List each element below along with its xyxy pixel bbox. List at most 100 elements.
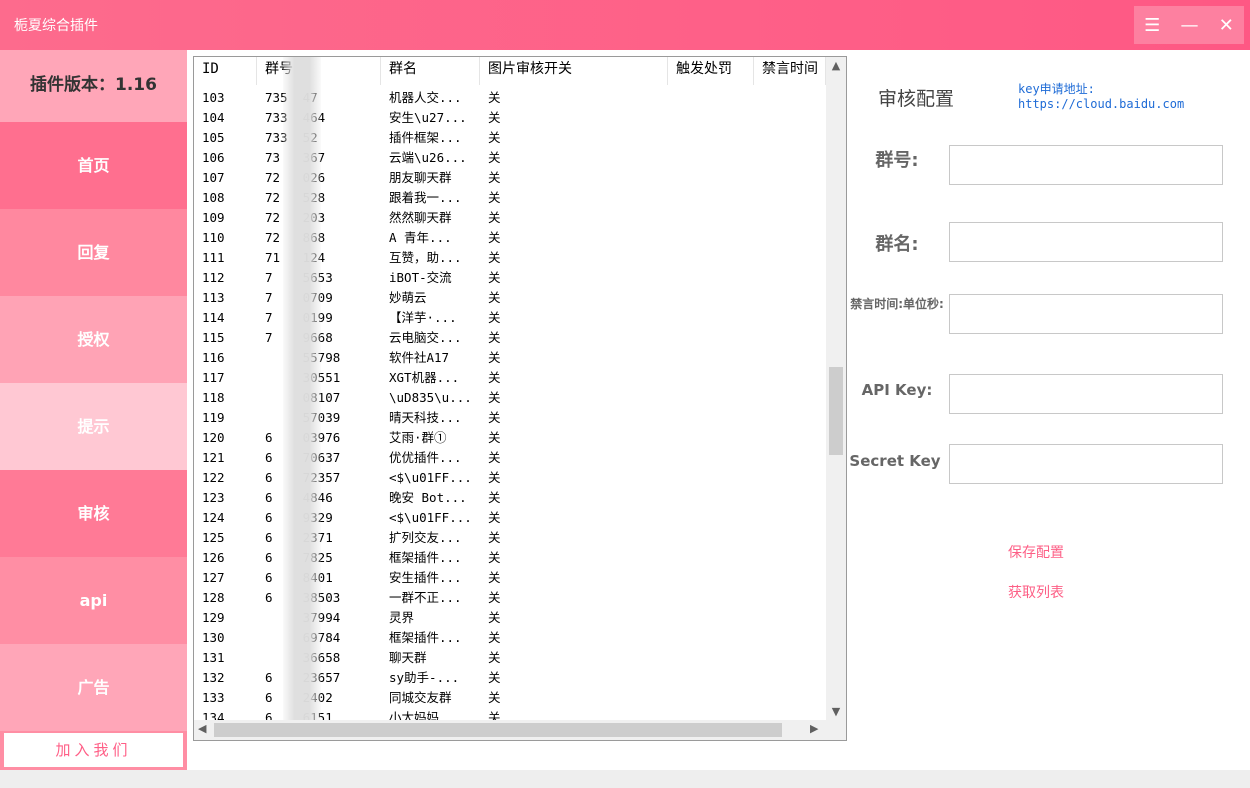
- cell-image-review: 关: [488, 450, 501, 465]
- cell-id: 126: [202, 550, 225, 565]
- cell-trigger-penalty: [668, 468, 754, 488]
- cell-image-review: 关: [488, 110, 501, 125]
- cell-image-review: 关: [488, 370, 501, 385]
- cell-id: 128: [202, 590, 225, 605]
- cell-mute-time: [754, 108, 826, 128]
- cell-id: 104: [202, 110, 225, 125]
- save-config-button[interactable]: 保存配置: [1008, 542, 1064, 562]
- cell-id: 134: [202, 710, 225, 720]
- sidebar-item-authorize[interactable]: 授权: [0, 296, 187, 383]
- scroll-right-icon[interactable]: ▶: [810, 722, 818, 735]
- mute-time-field[interactable]: [949, 294, 1223, 334]
- group-name-field[interactable]: [949, 222, 1223, 262]
- vertical-scrollbar[interactable]: ▲ ▼: [826, 57, 846, 722]
- cell-group-name: iBOT-交流: [389, 270, 452, 285]
- key-apply-link[interactable]: key申请地址: https://cloud.baidu.com: [1018, 82, 1184, 112]
- cell-group-name: 扩列交友...: [389, 530, 462, 545]
- sidebar-item-review[interactable]: 审核: [0, 470, 187, 557]
- cell-mute-time: [754, 148, 826, 168]
- cell-trigger-penalty: [668, 188, 754, 208]
- cell-mute-time: [754, 348, 826, 368]
- cell-mute-time: [754, 248, 826, 268]
- horizontal-scroll-thumb[interactable]: [214, 723, 782, 737]
- cell-trigger-penalty: [668, 308, 754, 328]
- cell-group-name: 朋友聊天群: [389, 170, 452, 185]
- vertical-scroll-thumb[interactable]: [829, 367, 843, 455]
- cell-image-review: 关: [488, 230, 501, 245]
- cell-image-review: 关: [488, 430, 501, 445]
- minimize-icon[interactable]: —: [1181, 15, 1199, 36]
- cell-trigger-penalty: [668, 148, 754, 168]
- menu-icon[interactable]: ☰: [1144, 15, 1160, 36]
- cell-id: 131: [202, 650, 225, 665]
- sidebar-item-tips[interactable]: 提示: [0, 383, 187, 470]
- sidebar-item-api[interactable]: api: [0, 557, 187, 644]
- cell-group-name: 晴天科技...: [389, 410, 462, 425]
- cell-trigger-penalty: [668, 248, 754, 268]
- cell-image-review: 关: [488, 390, 501, 405]
- cell-group-name: sy助手-...: [389, 670, 460, 685]
- scroll-down-icon[interactable]: ▼: [826, 705, 846, 718]
- horizontal-scrollbar[interactable]: ◀ ▶: [194, 720, 846, 740]
- scroll-up-icon[interactable]: ▲: [826, 59, 846, 72]
- review-config-title: 审核配置: [878, 88, 955, 110]
- cell-mute-time: [754, 228, 826, 248]
- sidebar: 插件版本：1.16 首页 回复 授权 提示 审核 api 广告 加入我们: [0, 50, 187, 770]
- cell-id: 114: [202, 310, 225, 325]
- cell-trigger-penalty: [668, 268, 754, 288]
- cell-group-name: 优优插件...: [389, 450, 462, 465]
- plugin-version: 插件版本：1.16: [0, 50, 187, 122]
- col-mute-time[interactable]: 禁言时间: [754, 57, 826, 85]
- cell-mute-time: [754, 168, 826, 188]
- group-id-field[interactable]: [949, 145, 1223, 185]
- cell-image-review: 关: [488, 470, 501, 485]
- cell-trigger-penalty: [668, 208, 754, 228]
- col-group-name[interactable]: 群名: [381, 57, 480, 85]
- cell-image-review: 关: [488, 610, 501, 625]
- cell-group-name: 同城交友群: [389, 690, 452, 705]
- cell-group-name: 聊天群: [389, 650, 427, 665]
- api-key-field[interactable]: [949, 374, 1223, 414]
- sidebar-item-reply[interactable]: 回复: [0, 209, 187, 296]
- cell-mute-time: [754, 308, 826, 328]
- cell-group-name: 互赞，助...: [389, 250, 462, 265]
- scroll-left-icon[interactable]: ◀: [198, 722, 206, 735]
- cell-id: 133: [202, 690, 225, 705]
- cell-image-review: 关: [488, 270, 501, 285]
- cell-mute-time: [754, 88, 826, 108]
- col-trigger-penalty[interactable]: 触发处罚: [668, 57, 754, 85]
- cell-image-review: 关: [488, 710, 501, 720]
- close-icon[interactable]: ✕: [1219, 15, 1234, 36]
- cell-mute-time: [754, 268, 826, 288]
- cell-id: 120: [202, 430, 225, 445]
- col-image-review[interactable]: 图片审核开关: [480, 57, 668, 85]
- cell-trigger-penalty: [668, 168, 754, 188]
- cell-mute-time: [754, 708, 826, 720]
- sidebar-item-ads[interactable]: 广告: [0, 644, 187, 731]
- cell-id: 116: [202, 350, 225, 365]
- cell-image-review: 关: [488, 670, 501, 685]
- cell-image-review: 关: [488, 410, 501, 425]
- secret-key-field[interactable]: [949, 444, 1223, 484]
- fetch-list-button[interactable]: 获取列表: [1008, 582, 1064, 602]
- group-table[interactable]: ID 群号 群名 图片审核开关 触发处罚 禁言时间 103735 47机器人交.…: [193, 56, 847, 741]
- cell-id: 110: [202, 230, 225, 245]
- join-us-button[interactable]: 加入我们: [2, 731, 185, 769]
- key-apply-link-text[interactable]: key申请地址: https://cloud.baidu.com: [1018, 82, 1184, 112]
- cell-mute-time: [754, 668, 826, 688]
- cell-trigger-penalty: [668, 128, 754, 148]
- sidebar-item-home[interactable]: 首页: [0, 122, 187, 209]
- cell-trigger-penalty: [668, 428, 754, 448]
- col-id[interactable]: ID: [194, 57, 257, 85]
- cell-mute-time: [754, 528, 826, 548]
- cell-id: 115: [202, 330, 225, 345]
- cell-trigger-penalty: [668, 648, 754, 668]
- cell-group-name: 艾雨·群①: [389, 430, 447, 445]
- cell-group-name: 小太妈妈: [389, 710, 440, 720]
- cell-group-name: 云端\u26...: [389, 150, 467, 165]
- cell-id: 111: [202, 250, 225, 265]
- cell-mute-time: [754, 448, 826, 468]
- cell-image-review: 关: [488, 350, 501, 365]
- api-key-label: API Key:: [861, 381, 933, 399]
- cell-id: 127: [202, 570, 225, 585]
